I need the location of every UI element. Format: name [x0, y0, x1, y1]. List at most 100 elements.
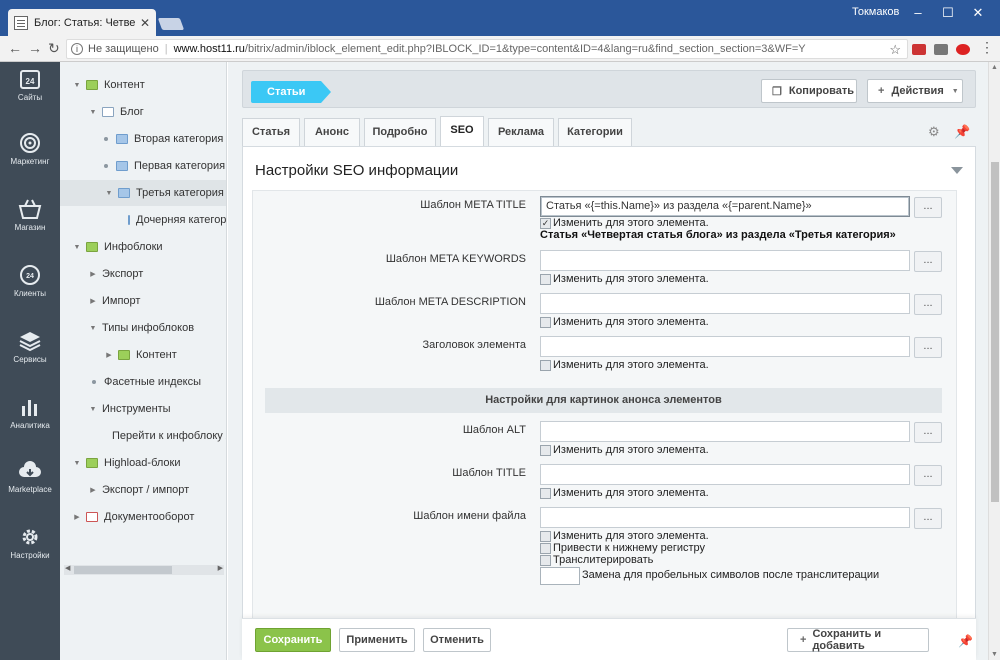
meta-description-macro-button[interactable]: ...: [914, 294, 942, 315]
collapse-triangle-icon[interactable]: [951, 167, 963, 174]
cancel-button[interactable]: Отменить: [423, 628, 491, 652]
tree-item-facet-indexes[interactable]: Фасетные индексы: [60, 369, 226, 395]
checkbox-checked[interactable]: ✓: [540, 217, 551, 229]
checkbox[interactable]: [540, 542, 551, 554]
tree-item-import[interactable]: ▶ Импорт: [60, 288, 226, 314]
extension-mask-icon[interactable]: [912, 44, 926, 55]
tab-close-icon[interactable]: ✕: [140, 16, 150, 30]
tree-horizontal-scrollbar[interactable]: ◀ ▶: [64, 565, 224, 575]
scroll-left-icon[interactable]: ◀: [65, 564, 70, 572]
tree-item-tools[interactable]: ▼ Инструменты: [60, 396, 226, 422]
filename-template-macro-button[interactable]: ...: [914, 508, 942, 529]
save-button[interactable]: Сохранить: [255, 628, 331, 652]
tree-item-export[interactable]: ▶ Экспорт: [60, 261, 226, 287]
alt-template-macro-button[interactable]: ...: [914, 422, 942, 443]
checkbox[interactable]: [540, 273, 551, 285]
tab-categories[interactable]: Категории: [558, 118, 632, 146]
tree-item-content[interactable]: ▼ Контент: [60, 72, 226, 98]
meta-keywords-macro-button[interactable]: ...: [914, 251, 942, 272]
element-heading-input[interactable]: [540, 336, 910, 357]
tab-detail[interactable]: Подробно: [364, 118, 436, 146]
pin-icon[interactable]: 📌: [954, 124, 970, 140]
actions-button[interactable]: + Действия ▼: [867, 79, 963, 103]
title-template-macro-button[interactable]: ...: [914, 465, 942, 486]
maximize-icon[interactable]: ☐: [936, 3, 960, 23]
meta-description-override[interactable]: Изменить для этого элемента.: [540, 316, 709, 328]
alt-template-override[interactable]: Изменить для этого элемента.: [540, 444, 709, 456]
tree-item-workflow[interactable]: ▶ Документооборот: [60, 504, 226, 530]
copy-button[interactable]: ❐ Копировать: [761, 79, 857, 103]
tree-item-category-1[interactable]: Первая категория: [60, 153, 226, 179]
meta-title-override[interactable]: ✓ Изменить для этого элемента.: [540, 217, 709, 229]
alt-template-input[interactable]: [540, 421, 910, 442]
close-window-icon[interactable]: ✕: [966, 3, 990, 23]
tree-item-goto-iblock[interactable]: Перейти к инфоблоку / разделу: [60, 423, 226, 449]
tab-settings-gear-icon[interactable]: ⚙: [928, 124, 940, 140]
new-tab-button[interactable]: [157, 18, 185, 30]
browser-menu-icon[interactable]: ⋮: [980, 39, 994, 56]
meta-keywords-override[interactable]: Изменить для этого элемента.: [540, 273, 709, 285]
tree-item-blog[interactable]: ▼ Блог: [60, 99, 226, 125]
element-heading-macro-button[interactable]: ...: [914, 337, 942, 358]
minimize-icon[interactable]: –: [906, 3, 930, 23]
tree-item-export-import[interactable]: ▶ Экспорт / импорт: [60, 477, 226, 503]
tree-item-category-3[interactable]: ▼ Третья категория: [60, 180, 226, 206]
extension-notes-icon[interactable]: [934, 44, 948, 55]
chevron-right-icon[interactable]: ▶: [88, 270, 98, 278]
info-icon[interactable]: i: [71, 43, 83, 55]
tab-preview[interactable]: Анонс: [304, 118, 360, 146]
tab-ads[interactable]: Реклама: [488, 118, 554, 146]
tree-item-category-2[interactable]: Вторая категория: [60, 126, 226, 152]
chevron-right-icon[interactable]: ▶: [104, 351, 114, 359]
meta-keywords-input[interactable]: [540, 250, 910, 271]
forward-icon[interactable]: →: [28, 40, 42, 56]
meta-title-macro-button[interactable]: ...: [914, 197, 942, 218]
leftnav-clients[interactable]: 24 Клиенты: [0, 264, 60, 298]
filename-template-input[interactable]: [540, 507, 910, 528]
tree-item-type-content[interactable]: ▶ Контент: [60, 342, 226, 368]
checkbox[interactable]: [540, 444, 551, 456]
lowercase-checkbox[interactable]: Привести к нижнему регистру: [540, 542, 705, 554]
checkbox[interactable]: [540, 530, 551, 542]
leftnav-settings[interactable]: Настройки: [0, 526, 60, 560]
tree-item-highload[interactable]: ▼ Highload-блоки: [60, 450, 226, 476]
scrollbar-thumb[interactable]: [991, 162, 999, 502]
leftnav-marketing[interactable]: Маркетинг: [0, 132, 60, 166]
chevron-down-icon[interactable]: ▼: [72, 82, 82, 89]
chevron-down-icon[interactable]: ▼: [88, 325, 98, 332]
profile-name[interactable]: Токмаков: [852, 6, 899, 18]
scroll-down-icon[interactable]: ▼: [991, 651, 998, 658]
leftnav-services[interactable]: Сервисы: [0, 330, 60, 364]
meta-title-input[interactable]: Статья «{=this.Name}» из раздела «{=pare…: [540, 196, 910, 217]
extension-record-icon[interactable]: [956, 44, 970, 55]
checkbox[interactable]: [540, 554, 551, 566]
chevron-down-icon[interactable]: ▼: [88, 109, 98, 116]
transliterate-checkbox[interactable]: Транслитерировать: [540, 554, 653, 566]
pin-icon[interactable]: 📌: [958, 634, 973, 648]
browser-tab[interactable]: Блог: Статья: Четвертая ✕: [8, 9, 156, 36]
tree-item-iblock-types[interactable]: ▼ Типы инфоблоков: [60, 315, 226, 341]
scroll-right-icon[interactable]: ▶: [218, 564, 223, 572]
chevron-down-icon[interactable]: ▼: [88, 406, 98, 413]
chevron-right-icon[interactable]: ▶: [72, 513, 82, 521]
chevron-right-icon[interactable]: ▶: [88, 486, 98, 494]
tree-item-child-category[interactable]: Дочерняя категория: [60, 207, 226, 233]
meta-description-input[interactable]: [540, 293, 910, 314]
url-bar[interactable]: i Не защищено | www.host11.ru/bitrix/adm…: [66, 39, 908, 59]
tab-seo[interactable]: SEO: [440, 116, 484, 146]
scrollbar-thumb[interactable]: [74, 566, 172, 574]
page-vertical-scrollbar[interactable]: ▲ ▼: [988, 62, 1000, 660]
chevron-down-icon[interactable]: ▼: [104, 190, 114, 197]
checkbox[interactable]: [540, 487, 551, 499]
chevron-down-icon[interactable]: ▼: [72, 244, 82, 251]
leftnav-sites[interactable]: 24 Сайты: [0, 68, 60, 102]
title-template-override[interactable]: Изменить для этого элемента.: [540, 487, 709, 499]
checkbox[interactable]: [540, 316, 551, 328]
scroll-up-icon[interactable]: ▲: [991, 64, 998, 71]
leftnav-analytics[interactable]: Аналитика: [0, 396, 60, 430]
tab-article[interactable]: Статья: [242, 118, 300, 146]
leftnav-shop[interactable]: Магазин: [0, 198, 60, 232]
breadcrumb[interactable]: Статьи: [251, 81, 332, 103]
chevron-down-icon[interactable]: ▼: [72, 460, 82, 467]
tree-item-iblocks[interactable]: ▼ Инфоблоки: [60, 234, 226, 260]
